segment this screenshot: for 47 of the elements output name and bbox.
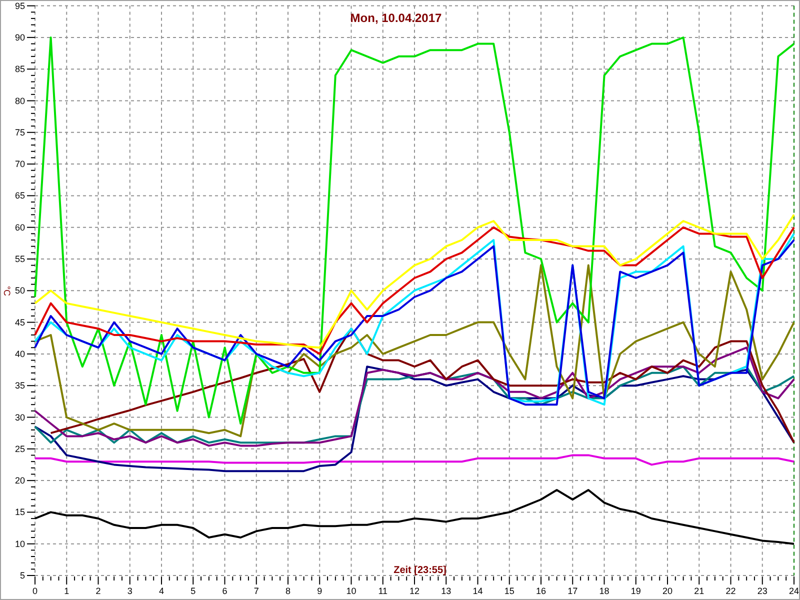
axis-tick-label: 17 — [568, 586, 578, 596]
axis-tick-label: 90 — [14, 32, 25, 42]
axis-tick-label: 14 — [472, 586, 483, 596]
axis-tick-label: 5 — [20, 570, 25, 580]
axis-tick-label: 6 — [222, 586, 228, 596]
axis-tick-label: 18 — [599, 586, 610, 596]
axis-tick-label: 60 — [14, 222, 25, 232]
axis-tick-label: 4 — [159, 586, 164, 596]
axis-tick-label: 22 — [726, 586, 736, 596]
axis-tick-label: 9 — [317, 586, 322, 596]
axis-tick-label: 25 — [14, 444, 25, 454]
axis-tick-label: 16 — [536, 586, 546, 596]
x-axis-title: Zeit [23:55] — [394, 565, 446, 576]
axis-tick-label: 0 — [32, 586, 38, 596]
axis-tick-label: 15 — [504, 586, 514, 596]
axis-tick-label: 15 — [14, 507, 25, 518]
y-axis-title: °C — [2, 286, 12, 296]
axis-tick-label: 75 — [14, 127, 25, 138]
axis-tick-label: 21 — [694, 586, 704, 596]
axis-tick-label: 12 — [410, 586, 420, 596]
axis-tick-label: 95 — [14, 1, 25, 11]
axis-tick-label: 19 — [630, 586, 641, 596]
axis-tick-label: 7 — [254, 586, 259, 596]
axis-tick-label: 45 — [14, 317, 25, 328]
axis-tick-label: 85 — [14, 64, 25, 74]
axis-tick-label: 70 — [14, 159, 25, 170]
axis-tick-label: 40 — [14, 348, 25, 359]
axis-tick-label: 35 — [14, 380, 25, 391]
axis-tick-label: 20 — [14, 476, 25, 486]
axis-tick-label: 10 — [346, 586, 356, 596]
axis-tick-label: 5 — [190, 586, 196, 596]
axis-tick-label: 65 — [14, 190, 25, 201]
axis-tick-label: 30 — [14, 412, 25, 422]
axis-tick-label: 8 — [286, 586, 290, 596]
axis-tick-label: 20 — [662, 586, 672, 596]
axis-tick-label: 80 — [14, 96, 25, 106]
axis-tick-label: 24 — [789, 586, 799, 596]
axis-tick-label: 1 — [64, 586, 70, 596]
chart-title: Mon, 10.04.2017 — [350, 11, 442, 25]
axis-tick-label: 23 — [757, 586, 768, 596]
axis-tick-label: 13 — [441, 586, 452, 596]
axis-tick-label: 2 — [96, 586, 101, 596]
axis-tick-label: 10 — [14, 538, 25, 549]
axis-tick-label: 50 — [14, 286, 25, 296]
axis-tick-label: 3 — [127, 586, 132, 596]
axis-tick-label: 11 — [378, 586, 388, 596]
axis-tick-label: 55 — [14, 254, 25, 264]
